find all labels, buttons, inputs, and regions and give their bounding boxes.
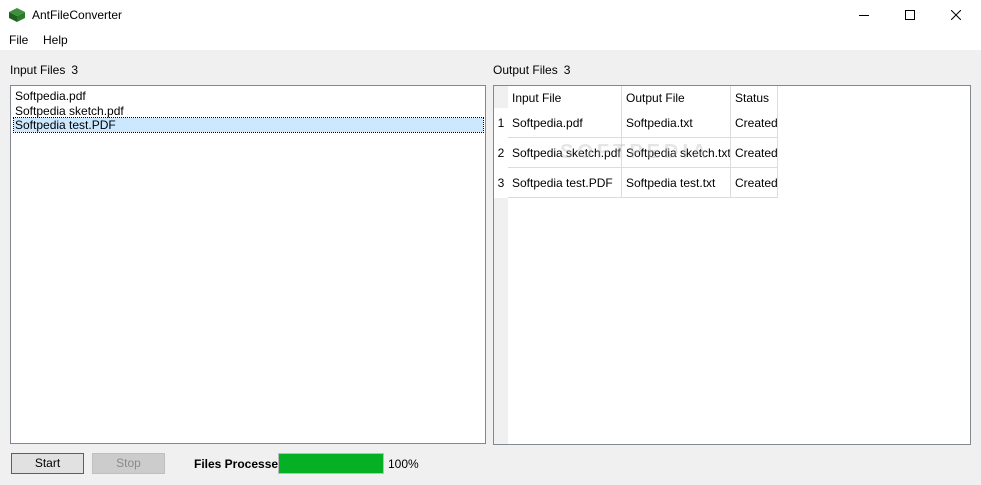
menu-file[interactable]: File <box>9 33 28 47</box>
watermark: SOFTPEDIA <box>560 141 711 163</box>
progress-percent: 100% <box>388 457 419 471</box>
window-title: AntFileConverter <box>32 8 123 22</box>
output-grid[interactable]: Input File Output File Status 1 Softpedi… <box>493 85 971 445</box>
input-files-count: 3 <box>71 63 79 77</box>
output-files-label: Output Files 3 <box>493 63 570 77</box>
list-item[interactable]: Softpedia.pdf <box>14 89 86 103</box>
table-cell-input[interactable]: Softpedia.pdf <box>508 108 622 138</box>
menu-bar: File Help <box>0 31 981 50</box>
output-files-count: 3 <box>563 63 571 77</box>
table-cell-status[interactable]: Created <box>731 108 778 138</box>
title-bar: AntFileConverter <box>0 0 981 31</box>
output-files-title: Output Files <box>493 63 558 77</box>
list-item[interactable]: Softpedia sketch.pdf <box>14 104 124 118</box>
table-cell-status[interactable]: Created <box>731 168 778 198</box>
row-number: 3 <box>494 168 508 198</box>
list-item-selected[interactable]: Softpedia test.PDF <box>13 117 484 133</box>
close-icon <box>950 9 962 23</box>
minimize-icon <box>859 9 869 23</box>
menu-help[interactable]: Help <box>43 33 68 47</box>
table-cell-output[interactable]: Softpedia test.txt <box>622 168 731 198</box>
maximize-button[interactable] <box>887 0 933 31</box>
table-cell-output[interactable]: Softpedia.txt <box>622 108 731 138</box>
close-button[interactable] <box>933 0 979 31</box>
files-processed-label: Files Processed <box>194 457 286 471</box>
row-number: 1 <box>494 108 508 138</box>
table-cell-status[interactable]: Created <box>731 138 778 168</box>
progress-bar <box>278 453 384 474</box>
minimize-button[interactable] <box>841 0 887 31</box>
row-number: 2 <box>494 138 508 168</box>
table-cell-input[interactable]: Softpedia test.PDF <box>508 168 622 198</box>
maximize-icon <box>905 9 915 23</box>
start-button[interactable]: Start <box>11 453 84 474</box>
input-files-label: Input Files 3 <box>10 63 78 77</box>
app-icon <box>8 7 26 23</box>
input-file-list[interactable]: Softpedia.pdf Softpedia sketch.pdf Softp… <box>10 85 486 444</box>
progress-fill <box>279 454 383 473</box>
input-files-title: Input Files <box>10 63 66 77</box>
stop-button[interactable]: Stop <box>92 453 165 474</box>
